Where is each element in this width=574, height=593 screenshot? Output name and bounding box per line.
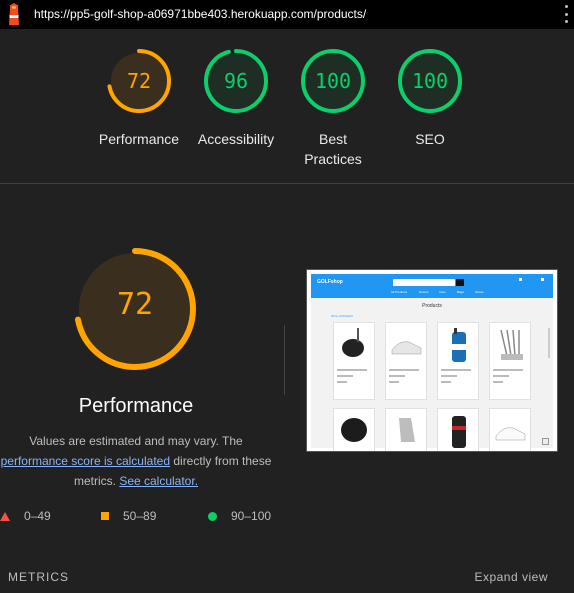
driver-image <box>342 328 364 357</box>
gauge-score: 96 <box>223 69 249 93</box>
irons-image <box>500 329 523 360</box>
thumb-menu: All Products Drivers Irons Bags Shoes <box>311 290 553 296</box>
gauge-label: Performance <box>98 131 180 147</box>
thumb-menu-item: All Products <box>391 290 408 294</box>
desc-text: Values are estimated and may vary. The <box>29 434 243 448</box>
golf-bag-image <box>452 328 466 362</box>
thumb-nav-icons <box>517 278 547 286</box>
page-screenshot-thumbnail[interactable]: GOLFshop All Products Drivers Irons Bags… <box>306 269 558 452</box>
legend-fail: 0–49 <box>0 509 51 523</box>
thumb-menu-item: Irons <box>439 290 446 294</box>
page-url: https://pp5-golf-shop-a06971bbe403.herok… <box>34 7 367 21</box>
thumb-search-icon <box>456 279 464 286</box>
shoe-image <box>391 341 422 355</box>
gauge-label: SEO <box>415 131 445 147</box>
vertical-divider <box>284 325 285 395</box>
thumb-product-card <box>333 322 375 400</box>
url-bar: https://pp5-golf-shop-a06971bbe403.herok… <box>0 0 574 29</box>
score-calculated-link[interactable]: performance score is calculated <box>1 454 170 468</box>
metrics-heading: METRICS <box>8 570 69 584</box>
thumb-scrollbar <box>548 328 550 358</box>
thumb-logo: GOLFshop <box>317 279 343 285</box>
expand-view-button[interactable]: Expand view <box>474 570 548 584</box>
gauge-score: 72 <box>126 69 152 93</box>
thumb-navbar: GOLFshop All Products Drivers Irons Bags… <box>311 274 553 298</box>
average-square-icon <box>101 512 109 520</box>
gauge-label: Accessibility <box>197 131 275 147</box>
legend-range: 90–100 <box>231 509 272 523</box>
gauge-seo[interactable]: 100 SEO <box>380 47 480 149</box>
thumb-body: Products Home / All Products <box>311 298 553 451</box>
thumb-product-card <box>489 408 531 451</box>
iron-image <box>399 418 415 442</box>
thumb-breadcrumb: Home / All Products <box>331 315 353 318</box>
performance-description: Values are estimated and may vary. The p… <box>0 431 272 491</box>
fail-triangle-icon <box>0 511 10 521</box>
gauge-score: 100 <box>411 69 449 93</box>
legend-pass: 90–100 <box>208 509 271 523</box>
gauge-label: Best Practices <box>304 131 362 167</box>
thumb-product-card <box>333 408 375 451</box>
performance-score: 72 <box>116 287 154 322</box>
gauge-performance[interactable]: 72 Performance <box>89 47 189 149</box>
thumb-menu-item: Bags <box>457 290 464 294</box>
kebab-menu-icon[interactable] <box>564 5 568 23</box>
thumb-menu-item: Shoes <box>475 290 484 294</box>
thumb-product-card <box>385 408 427 451</box>
score-gauges: 72 Performance 96 Accessibility 100 Best… <box>0 29 574 184</box>
thumb-search <box>393 279 455 286</box>
section-divider <box>0 183 574 184</box>
gauge-accessibility[interactable]: 96 Accessibility <box>186 47 286 149</box>
thumb-menu-item: Drivers <box>419 290 429 294</box>
thumb-product-card <box>437 408 479 451</box>
lighthouse-icon <box>9 3 19 25</box>
driver-image <box>341 418 367 442</box>
golf-bag-image <box>452 416 466 448</box>
legend-range: 50–89 <box>123 509 157 523</box>
pass-circle-icon <box>208 511 217 521</box>
thumb-corner-icon <box>542 438 549 445</box>
shoe-image <box>495 427 526 441</box>
gauge-score: 100 <box>314 69 352 93</box>
see-calculator-link[interactable]: See calculator. <box>119 474 198 488</box>
thumb-product-card <box>489 322 531 400</box>
legend-average: 50–89 <box>101 509 156 523</box>
performance-title: Performance <box>78 395 194 417</box>
thumb-title: Products <box>422 303 442 309</box>
thumb-product-card <box>437 322 479 400</box>
thumb-product-card <box>385 322 427 400</box>
legend-range: 0–49 <box>24 509 51 523</box>
gauge-best-practices[interactable]: 100 Best Practices <box>283 47 383 169</box>
